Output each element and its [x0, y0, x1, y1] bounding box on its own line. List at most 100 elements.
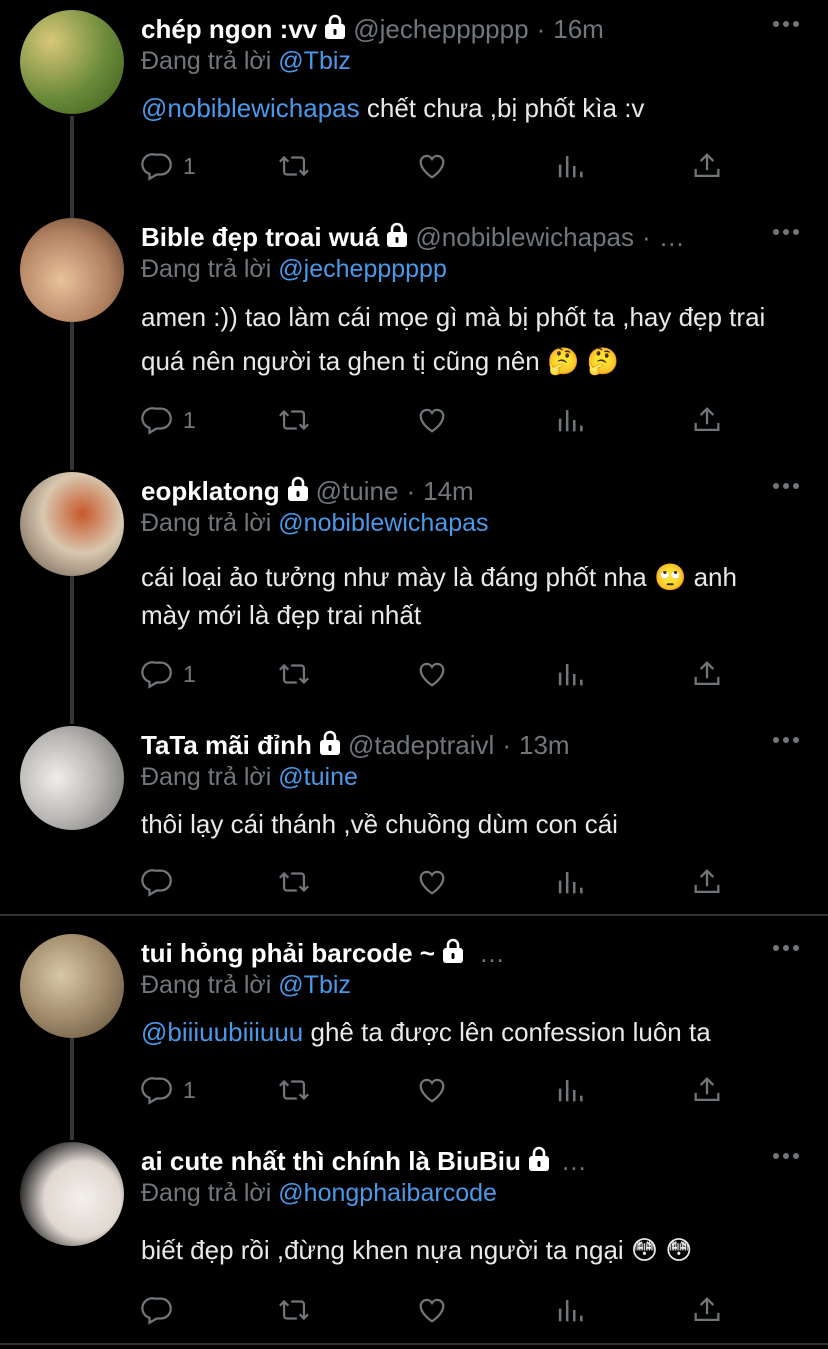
more-icon[interactable] [772, 18, 800, 30]
replying-label: Đang trả lời [141, 763, 272, 791]
reply-button[interactable] [141, 1293, 183, 1327]
timestamp[interactable]: 13m [519, 730, 570, 761]
tweet-text-content: biết đẹp rồi ,đừng khen nựa người ta ngạ… [141, 1235, 693, 1265]
replying-to: Đang trả lời @Tbiz [141, 47, 351, 76]
analytics-button[interactable] [553, 657, 587, 691]
share-button[interactable] [690, 657, 724, 691]
mention-link[interactable]: @biiiuubiiiuuu [141, 1017, 303, 1047]
display-name[interactable]: tui hỏng phải barcode ~ [141, 938, 435, 969]
timestamp[interactable]: 16m [553, 14, 604, 45]
like-button[interactable] [415, 1073, 449, 1107]
retweet-icon [277, 1073, 311, 1107]
thread-divider [0, 914, 828, 916]
reply-to-mention[interactable]: @nobiblewichapas [278, 509, 488, 537]
retweet-icon [277, 1293, 311, 1327]
like-button[interactable] [415, 1293, 449, 1327]
analytics-icon [553, 1293, 587, 1327]
tweet-text-content: ghê ta được lên confession luôn ta [303, 1017, 711, 1047]
retweet-button[interactable] [277, 657, 311, 691]
analytics-button[interactable] [553, 1293, 587, 1327]
like-icon [415, 149, 449, 183]
truncation: … [478, 937, 505, 968]
tweet-text-content: cái loại ảo tưởng như mày là đáng phốt n… [141, 562, 737, 630]
more-icon[interactable] [772, 226, 800, 238]
like-button[interactable] [415, 865, 449, 899]
tweet-text-content: chết chưa ,bị phốt kìa :v [359, 93, 645, 123]
reply-button[interactable]: 1 [141, 1073, 196, 1107]
timestamp[interactable]: 14m [423, 476, 474, 507]
tweet[interactable]: tui hỏng phải barcode ~ … Đang trả lời @… [0, 924, 828, 1132]
lock-icon [318, 730, 342, 756]
avatar[interactable] [20, 1142, 124, 1246]
reply-to-mention[interactable]: @jechepppppp [278, 255, 447, 283]
display-name[interactable]: TaTa mãi đỉnh [141, 730, 312, 761]
share-button[interactable] [690, 149, 724, 183]
tweet[interactable]: Bible đẹp troai wuá @nobiblewichapas · …… [0, 208, 828, 462]
retweet-button[interactable] [277, 1293, 311, 1327]
like-button[interactable] [415, 403, 449, 437]
replying-label: Đang trả lời [141, 1179, 272, 1207]
share-icon [690, 1293, 724, 1327]
tweet-text-content: thôi lạy cái thánh ,về chuồng dùm con cá… [141, 809, 618, 839]
share-button[interactable] [690, 403, 724, 437]
tweet[interactable]: TaTa mãi đỉnh @tadeptraivl · 13m Đang tr… [0, 716, 828, 914]
like-button[interactable] [415, 657, 449, 691]
reply-count: 1 [183, 152, 196, 179]
reply-button[interactable]: 1 [141, 657, 196, 691]
reply-button[interactable] [141, 865, 183, 899]
avatar[interactable] [20, 10, 124, 114]
replying-to: Đang trả lời @nobiblewichapas [141, 509, 489, 538]
reply-button[interactable]: 1 [141, 149, 196, 183]
username[interactable]: @tadeptraivl [348, 730, 494, 761]
lock-icon [323, 14, 347, 40]
username[interactable]: @jechepppppp [353, 14, 528, 45]
analytics-button[interactable] [553, 865, 587, 899]
display-name[interactable]: Bible đẹp troai wuá [141, 222, 379, 253]
retweet-button[interactable] [277, 149, 311, 183]
replying-label: Đang trả lời [141, 255, 272, 283]
retweet-button[interactable] [277, 1073, 311, 1107]
share-button[interactable] [690, 1293, 724, 1327]
share-button[interactable] [690, 1073, 724, 1107]
share-button[interactable] [690, 865, 724, 899]
avatar[interactable] [20, 934, 124, 1038]
lock-icon [286, 476, 310, 502]
more-icon[interactable] [772, 734, 800, 746]
tweet[interactable]: chép ngon :vv @jechepppppp · 16m Đang tr… [0, 0, 828, 208]
analytics-button[interactable] [553, 149, 587, 183]
display-name[interactable]: eopklatong [141, 476, 280, 507]
username[interactable]: @nobiblewichapas [415, 222, 634, 253]
reply-count: 1 [183, 406, 196, 433]
reply-to-mention[interactable]: @tuine [278, 763, 358, 791]
analytics-icon [553, 1073, 587, 1107]
retweet-button[interactable] [277, 403, 311, 437]
retweet-button[interactable] [277, 865, 311, 899]
reply-icon [141, 1293, 175, 1327]
display-name[interactable]: ai cute nhất thì chính là BiuBiu [141, 1146, 521, 1177]
avatar[interactable] [20, 726, 124, 830]
username[interactable]: @tuine [316, 476, 399, 507]
tweet[interactable]: ai cute nhất thì chính là BiuBiu … Đang … [0, 1132, 828, 1340]
retweet-icon [277, 657, 311, 691]
mention-link[interactable]: @nobiblewichapas [141, 93, 360, 123]
reply-button[interactable]: 1 [141, 403, 196, 437]
lock-icon [527, 1146, 551, 1172]
like-button[interactable] [415, 149, 449, 183]
share-icon [690, 865, 724, 899]
analytics-button[interactable] [553, 1073, 587, 1107]
avatar[interactable] [20, 472, 124, 576]
like-icon [415, 865, 449, 899]
more-icon[interactable] [772, 480, 800, 492]
tweet-text: amen :)) tao làm cái mọe gì mà bị phốt t… [141, 295, 792, 383]
more-icon[interactable] [772, 1150, 800, 1162]
more-icon[interactable] [772, 942, 800, 954]
reply-to-mention[interactable]: @Tbiz [278, 47, 351, 75]
like-icon [415, 403, 449, 437]
analytics-button[interactable] [553, 403, 587, 437]
reply-icon [141, 403, 175, 437]
reply-to-mention[interactable]: @Tbiz [278, 971, 351, 999]
reply-to-mention[interactable]: @hongphaibarcode [278, 1179, 497, 1207]
tweet[interactable]: eopklatong @tuine · 14m Đang trả lời @no… [0, 462, 828, 716]
display-name[interactable]: chép ngon :vv [141, 14, 317, 45]
avatar[interactable] [20, 218, 124, 322]
